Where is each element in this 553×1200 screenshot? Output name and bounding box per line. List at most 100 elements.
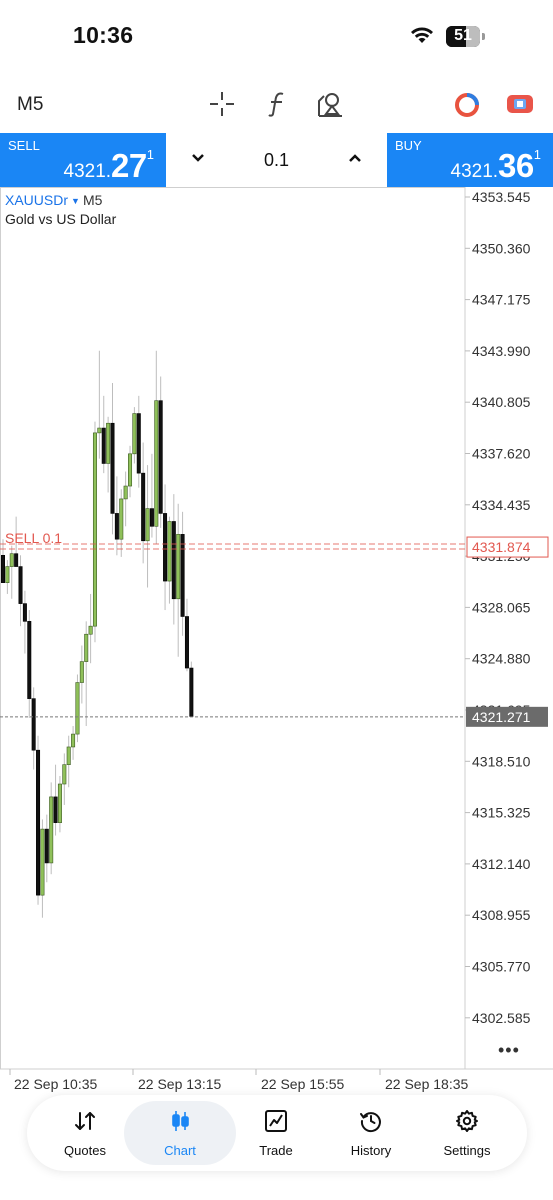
candle-body: [132, 413, 137, 455]
account-cycle-icon[interactable]: [453, 91, 481, 119]
candle-body: [57, 783, 62, 823]
candle-body: [9, 553, 14, 567]
y-tick-label: 4340.805: [472, 394, 531, 410]
candle-body: [119, 498, 124, 540]
candle-body: [31, 698, 36, 751]
tab-history[interactable]: History: [323, 1095, 419, 1171]
candle-body: [36, 749, 41, 896]
sell-price: 4321.271: [64, 147, 155, 185]
sell-price-pips: 27: [111, 147, 147, 184]
symbol-description: Gold vs US Dollar: [5, 211, 117, 227]
symbol-dropdown-icon: ▼: [71, 196, 80, 206]
candle-body: [110, 422, 115, 514]
tab-quotes[interactable]: Quotes: [37, 1095, 133, 1171]
candle-body: [123, 485, 128, 500]
candle-body: [114, 513, 119, 540]
sell-order-label: SELL 0.1: [5, 530, 62, 546]
sell-button[interactable]: SELL 4321.271: [0, 133, 166, 187]
tab-history-label: History: [350, 1143, 392, 1158]
y-tick-label: 4328.065: [472, 599, 531, 615]
price-chart[interactable]: 4353.545 4350.360 4347.175 4343.990 4340.805…: [0, 187, 553, 1077]
buy-price-main: 4321.: [450, 161, 499, 182]
candle-body: [5, 566, 10, 583]
candle-body: [101, 427, 106, 464]
battery-indicator: 51: [446, 26, 485, 47]
y-tick-label: 4315.325: [472, 805, 531, 821]
candle-body: [88, 625, 93, 635]
symbol-selector[interactable]: XAUUSDr ▼ M5: [5, 192, 102, 208]
candle-body: [154, 400, 159, 527]
candle-body: [176, 534, 181, 600]
buy-price: 4321.361: [451, 147, 542, 185]
sell-price-fraction: 1: [146, 147, 154, 162]
tab-settings[interactable]: Settings: [419, 1095, 515, 1171]
history-clock-icon: [360, 1112, 381, 1133]
candle-body: [171, 521, 176, 600]
candle-body: [141, 472, 146, 542]
gear-icon: [456, 1110, 478, 1132]
tab-trade-label: Trade: [259, 1143, 293, 1158]
y-tick-label: 4302.585: [472, 1010, 531, 1026]
candle-body: [53, 796, 58, 823]
candle-body: [149, 508, 154, 527]
candle-body: [0, 554, 6, 583]
y-tick-label: 4312.140: [472, 856, 531, 872]
candle-body: [22, 603, 27, 622]
indicators-f-icon[interactable]: [264, 90, 290, 118]
candle-body: [49, 796, 54, 864]
y-tick-label: 4347.175: [472, 292, 531, 308]
x-tick-label: 22 Sep 10:35: [14, 1076, 98, 1092]
one-click-trading-icon[interactable]: [506, 92, 534, 116]
candle-body: [180, 534, 185, 617]
symbol-name: XAUUSDr: [5, 192, 69, 208]
sell-order-price-label: 4331.874: [472, 539, 531, 555]
candle-body: [79, 661, 84, 683]
crosshair-icon[interactable]: [208, 90, 236, 118]
y-tick-label: 4353.545: [472, 189, 531, 205]
y-tick-label: 4324.880: [472, 651, 531, 667]
more-options-button[interactable]: •••: [498, 1040, 520, 1061]
increase-lot-chevron-icon[interactable]: [347, 150, 363, 166]
tab-chart[interactable]: Chart: [132, 1095, 228, 1171]
buy-price-fraction: 1: [533, 147, 541, 162]
candle-body: [128, 453, 133, 487]
candle-body: [18, 566, 23, 604]
candle-body: [14, 553, 19, 567]
candle-body: [106, 422, 111, 464]
y-tick-label: 4343.990: [472, 343, 531, 359]
tab-trade[interactable]: Trade: [228, 1095, 324, 1171]
y-tick-label: 4334.435: [472, 497, 531, 513]
candle-body: [136, 413, 141, 474]
candle-body: [40, 828, 45, 896]
candle-body: [145, 508, 150, 542]
sell-price-main: 4321.: [63, 161, 112, 182]
timeframe-button[interactable]: M5: [17, 94, 43, 116]
y-tick-label: 4337.620: [472, 446, 531, 462]
status-time: 10:36: [73, 22, 134, 48]
y-tick-label: 4308.955: [472, 907, 531, 923]
candle-body: [167, 521, 172, 582]
candle-body: [75, 682, 80, 735]
x-tick-label: 22 Sep 13:15: [138, 1076, 222, 1092]
candle-body: [84, 633, 89, 662]
candle-body: [44, 828, 49, 864]
tab-settings-label: Settings: [443, 1143, 491, 1158]
candle-body: [158, 400, 163, 514]
candles-icon: [172, 1111, 189, 1131]
candle-body: [92, 432, 97, 627]
tab-quotes-label: Quotes: [64, 1143, 106, 1158]
objects-shapes-icon[interactable]: [316, 90, 344, 118]
plot-area: [0, 187, 466, 1070]
candle-body: [66, 746, 71, 765]
sell-label: SELL: [8, 138, 40, 153]
buy-button[interactable]: BUY 4321.361: [387, 133, 553, 187]
y-tick-label: 4318.510: [472, 753, 531, 769]
lot-selector: 0.1: [166, 133, 387, 188]
buy-label: BUY: [395, 138, 422, 153]
tab-chart-label: Chart: [164, 1143, 196, 1158]
wifi-icon: [411, 27, 433, 43]
candle-body: [27, 621, 32, 699]
x-tick-label: 22 Sep 15:55: [261, 1076, 345, 1092]
candle-body: [163, 513, 168, 582]
quotes-arrows-icon: [75, 1112, 95, 1130]
